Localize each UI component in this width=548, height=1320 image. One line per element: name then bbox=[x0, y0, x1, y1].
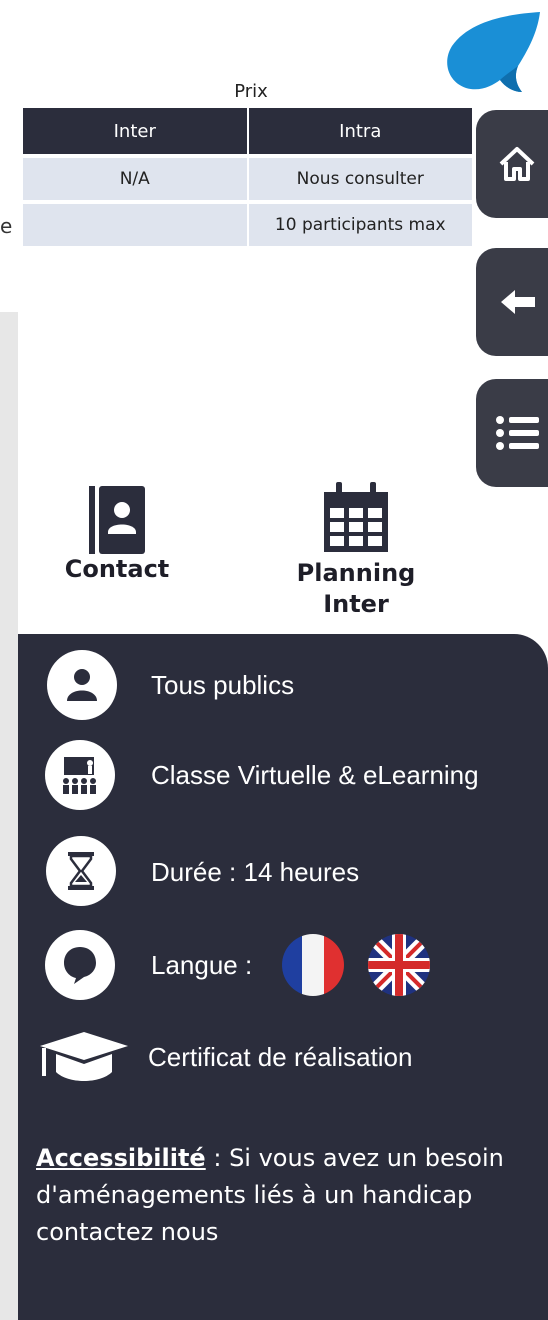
price-cell-inter bbox=[23, 200, 249, 246]
home-icon bbox=[499, 147, 535, 181]
audience-text: Tous publics bbox=[151, 670, 295, 700]
planning-inter-link[interactable]: Planning Inter bbox=[276, 482, 436, 620]
brand-logo bbox=[447, 12, 540, 92]
menu-button[interactable] bbox=[476, 379, 548, 487]
accessibility-label[interactable]: Accessibilité bbox=[36, 1144, 206, 1172]
contact-label: Contact bbox=[64, 555, 170, 583]
price-cell-intra: 10 participants max bbox=[247, 200, 472, 246]
contact-book-icon bbox=[89, 486, 145, 554]
user-icon bbox=[47, 650, 117, 720]
table-row: N/A Nous consulter bbox=[23, 154, 472, 202]
price-title: Prix bbox=[234, 81, 268, 102]
contact-link[interactable]: Contact bbox=[52, 486, 182, 585]
home-button[interactable] bbox=[476, 110, 548, 218]
arrow-left-icon bbox=[501, 290, 535, 314]
uk-flag-icon[interactable] bbox=[366, 932, 432, 998]
classroom-icon bbox=[45, 740, 115, 810]
format-text: Classe Virtuelle & eLearning bbox=[151, 760, 479, 790]
price-cell-intra: Nous consulter bbox=[247, 154, 472, 202]
price-table: Inter Intra N/A Nous consulter 10 partic… bbox=[23, 108, 472, 246]
hourglass-icon bbox=[46, 836, 116, 906]
back-button[interactable] bbox=[476, 248, 548, 356]
price-header-inter: Inter bbox=[23, 108, 249, 156]
calendar-icon bbox=[324, 482, 388, 552]
list-icon bbox=[496, 416, 539, 450]
french-flag-icon[interactable] bbox=[280, 932, 346, 998]
graduation-cap-icon bbox=[40, 1032, 128, 1081]
price-cell-inter: N/A bbox=[23, 154, 249, 202]
duration-text: Durée : 14 heures bbox=[151, 857, 360, 887]
price-header-intra: Intra bbox=[247, 108, 472, 156]
speech-bubble-icon bbox=[45, 930, 115, 1000]
certificate-text: Certificat de réalisation bbox=[148, 1042, 413, 1072]
planning-label-line1: Planning bbox=[296, 559, 416, 587]
accessibility-note: Accessibilité : Si vous avez un besoin d… bbox=[36, 1140, 516, 1251]
left-content-strip bbox=[0, 312, 18, 1320]
language-label: Langue : bbox=[151, 950, 253, 980]
planning-label-line2: Inter bbox=[323, 590, 389, 618]
cut-off-text: e bbox=[0, 214, 13, 238]
table-row: 10 participants max bbox=[23, 200, 472, 246]
